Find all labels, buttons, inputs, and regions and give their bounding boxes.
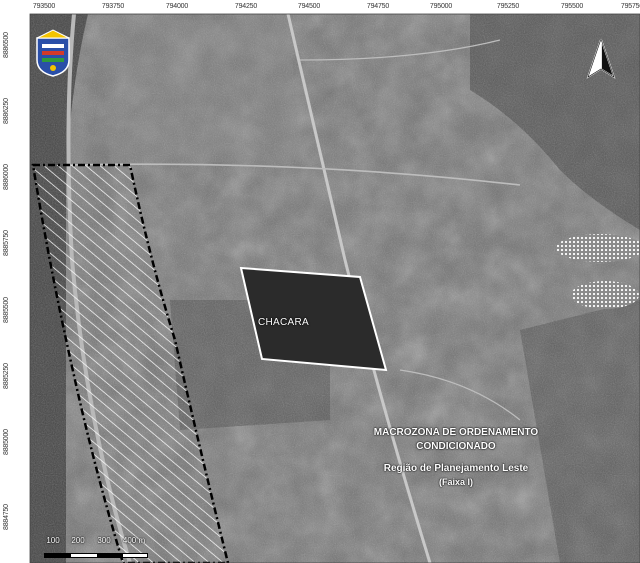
grid-label-y: 8885000	[3, 429, 10, 455]
grid-label-x: 794500	[297, 3, 321, 10]
grid-label-x: 794000	[165, 3, 189, 10]
grid-label-x: 793750	[101, 3, 125, 10]
zone-title-line1: MACROZONA DE ORDENAMENTO	[373, 427, 539, 438]
dotted-patch-lower	[571, 281, 639, 309]
region-label-line1: Região de Planejamento Leste	[383, 463, 529, 474]
grid-label-y: 8886500	[3, 32, 10, 58]
dotted-patch-upper	[556, 234, 640, 262]
grid-label-y: 8885500	[3, 297, 10, 323]
grid-label-y: 8885750	[3, 230, 10, 256]
map-frame: 793500 793750 794000 794250 794500 794750 7950…	[0, 0, 640, 563]
grid-label-x: 794750	[366, 3, 390, 10]
scale-label-300: 300	[97, 536, 111, 545]
scale-label-100: 100	[46, 536, 60, 545]
grid-label-x: 793500	[32, 3, 56, 10]
scale-label-400: 400 m	[122, 536, 146, 545]
grid-label-y: 8886000	[3, 164, 10, 190]
grid-label-y: 8885250	[3, 363, 10, 389]
scale-segment	[45, 554, 71, 557]
parcel-label: CHACARA	[258, 317, 309, 328]
scale-label-200: 200	[71, 536, 85, 545]
north-arrow-icon	[586, 38, 616, 79]
municipal-emblem-icon	[36, 29, 70, 77]
region-label-line2: (Faixa I)	[438, 477, 473, 487]
grid-label-y: 8884750	[3, 504, 10, 530]
scale-bar	[44, 553, 148, 558]
grid-label-y: 8886250	[3, 98, 10, 124]
grid-label-x: 795000	[429, 3, 453, 10]
grid-label-x: 795500	[560, 3, 584, 10]
grid-label-x: 794250	[234, 3, 258, 10]
zone-title-line2: CONDICIONADO	[416, 441, 496, 452]
scale-segment	[97, 554, 123, 557]
grid-label-x: 795250	[496, 3, 520, 10]
grid-label-x: 795750	[620, 3, 640, 10]
